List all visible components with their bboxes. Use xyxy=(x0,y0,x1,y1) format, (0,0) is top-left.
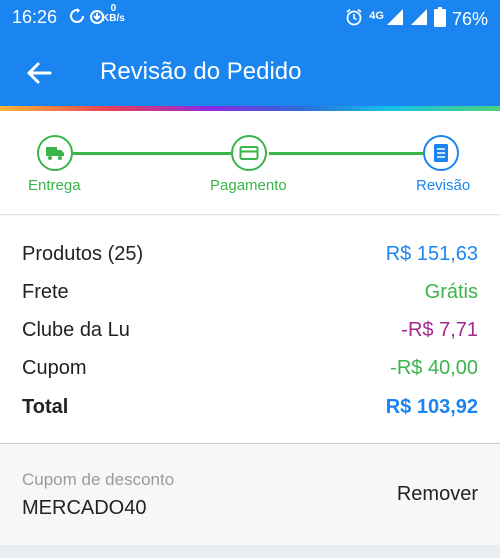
network-type: 4G xyxy=(369,9,384,22)
app-bar: Revisão do Pedido xyxy=(0,36,500,106)
network-speed: 0 KB/s xyxy=(102,4,125,24)
order-summary: Produtos (25) R$ 151,63 Frete Grátis Clu… xyxy=(0,216,500,444)
status-time: 16:26 xyxy=(12,7,58,27)
arrow-left-icon xyxy=(27,62,52,84)
battery-icon xyxy=(433,7,446,32)
discount-coupon: Cupom de desconto MERCADO40 Remover xyxy=(0,445,500,545)
step-revisao[interactable] xyxy=(423,135,459,171)
list-icon xyxy=(434,144,448,162)
total-label: Total xyxy=(22,395,69,418)
network-speed-unit: KB/s xyxy=(102,13,125,24)
status-right-icons: 4G 76% xyxy=(345,7,488,32)
signal-icon xyxy=(386,8,404,31)
status-bar: 16:26 0 KB/s 4G 76% xyxy=(0,0,500,36)
coupon-label: Cupom de desconto xyxy=(22,470,175,489)
summary-row-shipping: Frete Grátis xyxy=(22,277,478,307)
bottom-strip xyxy=(0,545,500,558)
step-label-revisao: Revisão xyxy=(416,177,471,194)
summary-value: Grátis xyxy=(424,280,478,303)
step-label-entrega: Entrega xyxy=(28,177,81,194)
summary-label: Produtos (25) xyxy=(22,242,144,265)
step-label-pagamento: Pagamento xyxy=(210,177,287,194)
summary-label: Clube da Lu xyxy=(22,318,130,341)
summary-value: -R$ 7,71 xyxy=(401,318,478,341)
coupon-code: MERCADO40 xyxy=(22,497,147,519)
step-pagamento[interactable] xyxy=(231,135,267,171)
total-value: R$ 103,92 xyxy=(385,395,478,418)
summary-label: Cupom xyxy=(22,356,87,379)
page-title: Revisão do Pedido xyxy=(100,58,302,85)
summary-row-total: Total R$ 103,92 xyxy=(22,392,478,422)
sync-icon xyxy=(70,8,84,29)
summary-row-club: Clube da Lu -R$ 7,71 xyxy=(22,315,478,345)
battery-level: 76% xyxy=(451,9,488,29)
summary-row-coupon: Cupom -R$ 40,00 xyxy=(22,353,478,383)
step-connector xyxy=(269,152,423,155)
checkout-stepper: Entrega Pagamento Revisão xyxy=(0,111,500,215)
back-button[interactable] xyxy=(22,56,56,90)
step-connector xyxy=(73,152,231,155)
alarm-icon xyxy=(345,8,363,31)
truck-icon xyxy=(46,147,64,160)
summary-row-products: Produtos (25) R$ 151,63 xyxy=(22,239,478,269)
status-left-icons xyxy=(70,8,104,29)
remove-coupon-button[interactable]: Remover xyxy=(397,483,478,506)
signal-icon xyxy=(410,8,428,31)
summary-value: -R$ 40,00 xyxy=(390,356,478,379)
summary-label: Frete xyxy=(22,280,69,303)
credit-card-icon xyxy=(239,146,259,160)
step-entrega[interactable] xyxy=(37,135,73,171)
summary-value: R$ 151,63 xyxy=(385,242,478,265)
